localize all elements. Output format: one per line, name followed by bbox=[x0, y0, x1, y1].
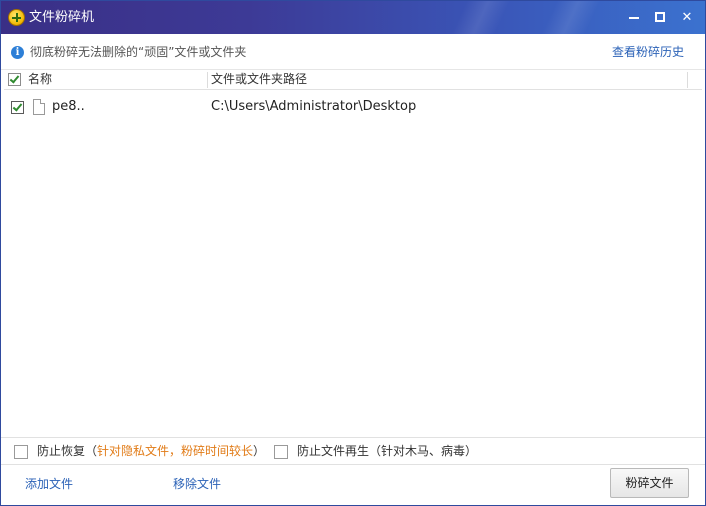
column-header-name[interactable]: 名称 bbox=[28, 72, 52, 87]
table-row[interactable]: pe8.. C:\Users\Administrator\Desktop bbox=[4, 96, 702, 118]
prevent-regeneration-text: 防止文件再生 bbox=[297, 444, 370, 458]
footer: 添加文件 移除文件 粉碎文件 bbox=[1, 466, 705, 505]
minimize-button[interactable] bbox=[620, 1, 648, 34]
app-plus-icon bbox=[8, 9, 25, 26]
maximize-button[interactable] bbox=[646, 1, 674, 34]
prevent-recovery-text: 防止恢复 bbox=[37, 444, 86, 458]
prevent-regeneration-label[interactable]: 防止文件再生（针对木马、病毒） bbox=[297, 444, 477, 459]
info-icon: i bbox=[11, 46, 24, 59]
prevent-recovery-note: 针对隐私文件，粉碎时间较长 bbox=[97, 444, 254, 458]
close-paren: ） bbox=[253, 444, 266, 458]
prevent-recovery-label[interactable]: 防止恢复（针对隐私文件，粉碎时间较长） bbox=[37, 444, 265, 459]
column-divider[interactable] bbox=[687, 72, 688, 88]
options-bar: 防止恢复（针对隐私文件，粉碎时间较长） 防止文件再生（针对木马、病毒） bbox=[1, 437, 705, 465]
file-name: pe8.. bbox=[52, 99, 85, 114]
file-path: C:\Users\Administrator\Desktop bbox=[211, 99, 417, 114]
window-title: 文件粉碎机 bbox=[29, 10, 95, 25]
view-shred-history-link[interactable]: 查看粉碎历史 bbox=[612, 45, 684, 60]
row-checkbox[interactable] bbox=[11, 101, 24, 114]
prevent-recovery-checkbox[interactable] bbox=[14, 445, 28, 459]
info-text: 彻底粉碎无法删除的“顽固”文件或文件夹 bbox=[30, 45, 247, 59]
prevent-regeneration-note: （针对木马、病毒） bbox=[369, 444, 478, 458]
remove-file-link[interactable]: 移除文件 bbox=[173, 477, 221, 492]
column-header-path[interactable]: 文件或文件夹路径 bbox=[211, 72, 307, 87]
shred-files-button[interactable]: 粉碎文件 bbox=[610, 468, 689, 498]
file-list: pe8.. C:\Users\Administrator\Desktop bbox=[4, 91, 702, 437]
checkmark-icon bbox=[12, 101, 23, 112]
title-bar[interactable]: 文件粉碎机 ✕ bbox=[1, 1, 705, 34]
minimize-icon bbox=[629, 17, 639, 19]
close-button[interactable]: ✕ bbox=[673, 1, 701, 34]
file-shredder-window: 文件粉碎机 ✕ i 彻底粉碎无法删除的“顽固”文件或文件夹 查看粉碎历史 名称 … bbox=[0, 0, 706, 506]
add-file-link[interactable]: 添加文件 bbox=[25, 477, 73, 492]
maximize-icon bbox=[655, 12, 665, 22]
table-header: 名称 文件或文件夹路径 bbox=[4, 70, 702, 90]
prevent-regeneration-checkbox[interactable] bbox=[274, 445, 288, 459]
info-bar: i 彻底粉碎无法删除的“顽固”文件或文件夹 查看粉碎历史 bbox=[1, 34, 705, 70]
close-icon: ✕ bbox=[681, 10, 693, 25]
open-paren: （ bbox=[85, 444, 98, 458]
column-divider[interactable] bbox=[207, 72, 208, 88]
checkmark-icon bbox=[9, 73, 20, 84]
select-all-checkbox[interactable] bbox=[8, 73, 21, 86]
file-icon bbox=[33, 99, 45, 115]
